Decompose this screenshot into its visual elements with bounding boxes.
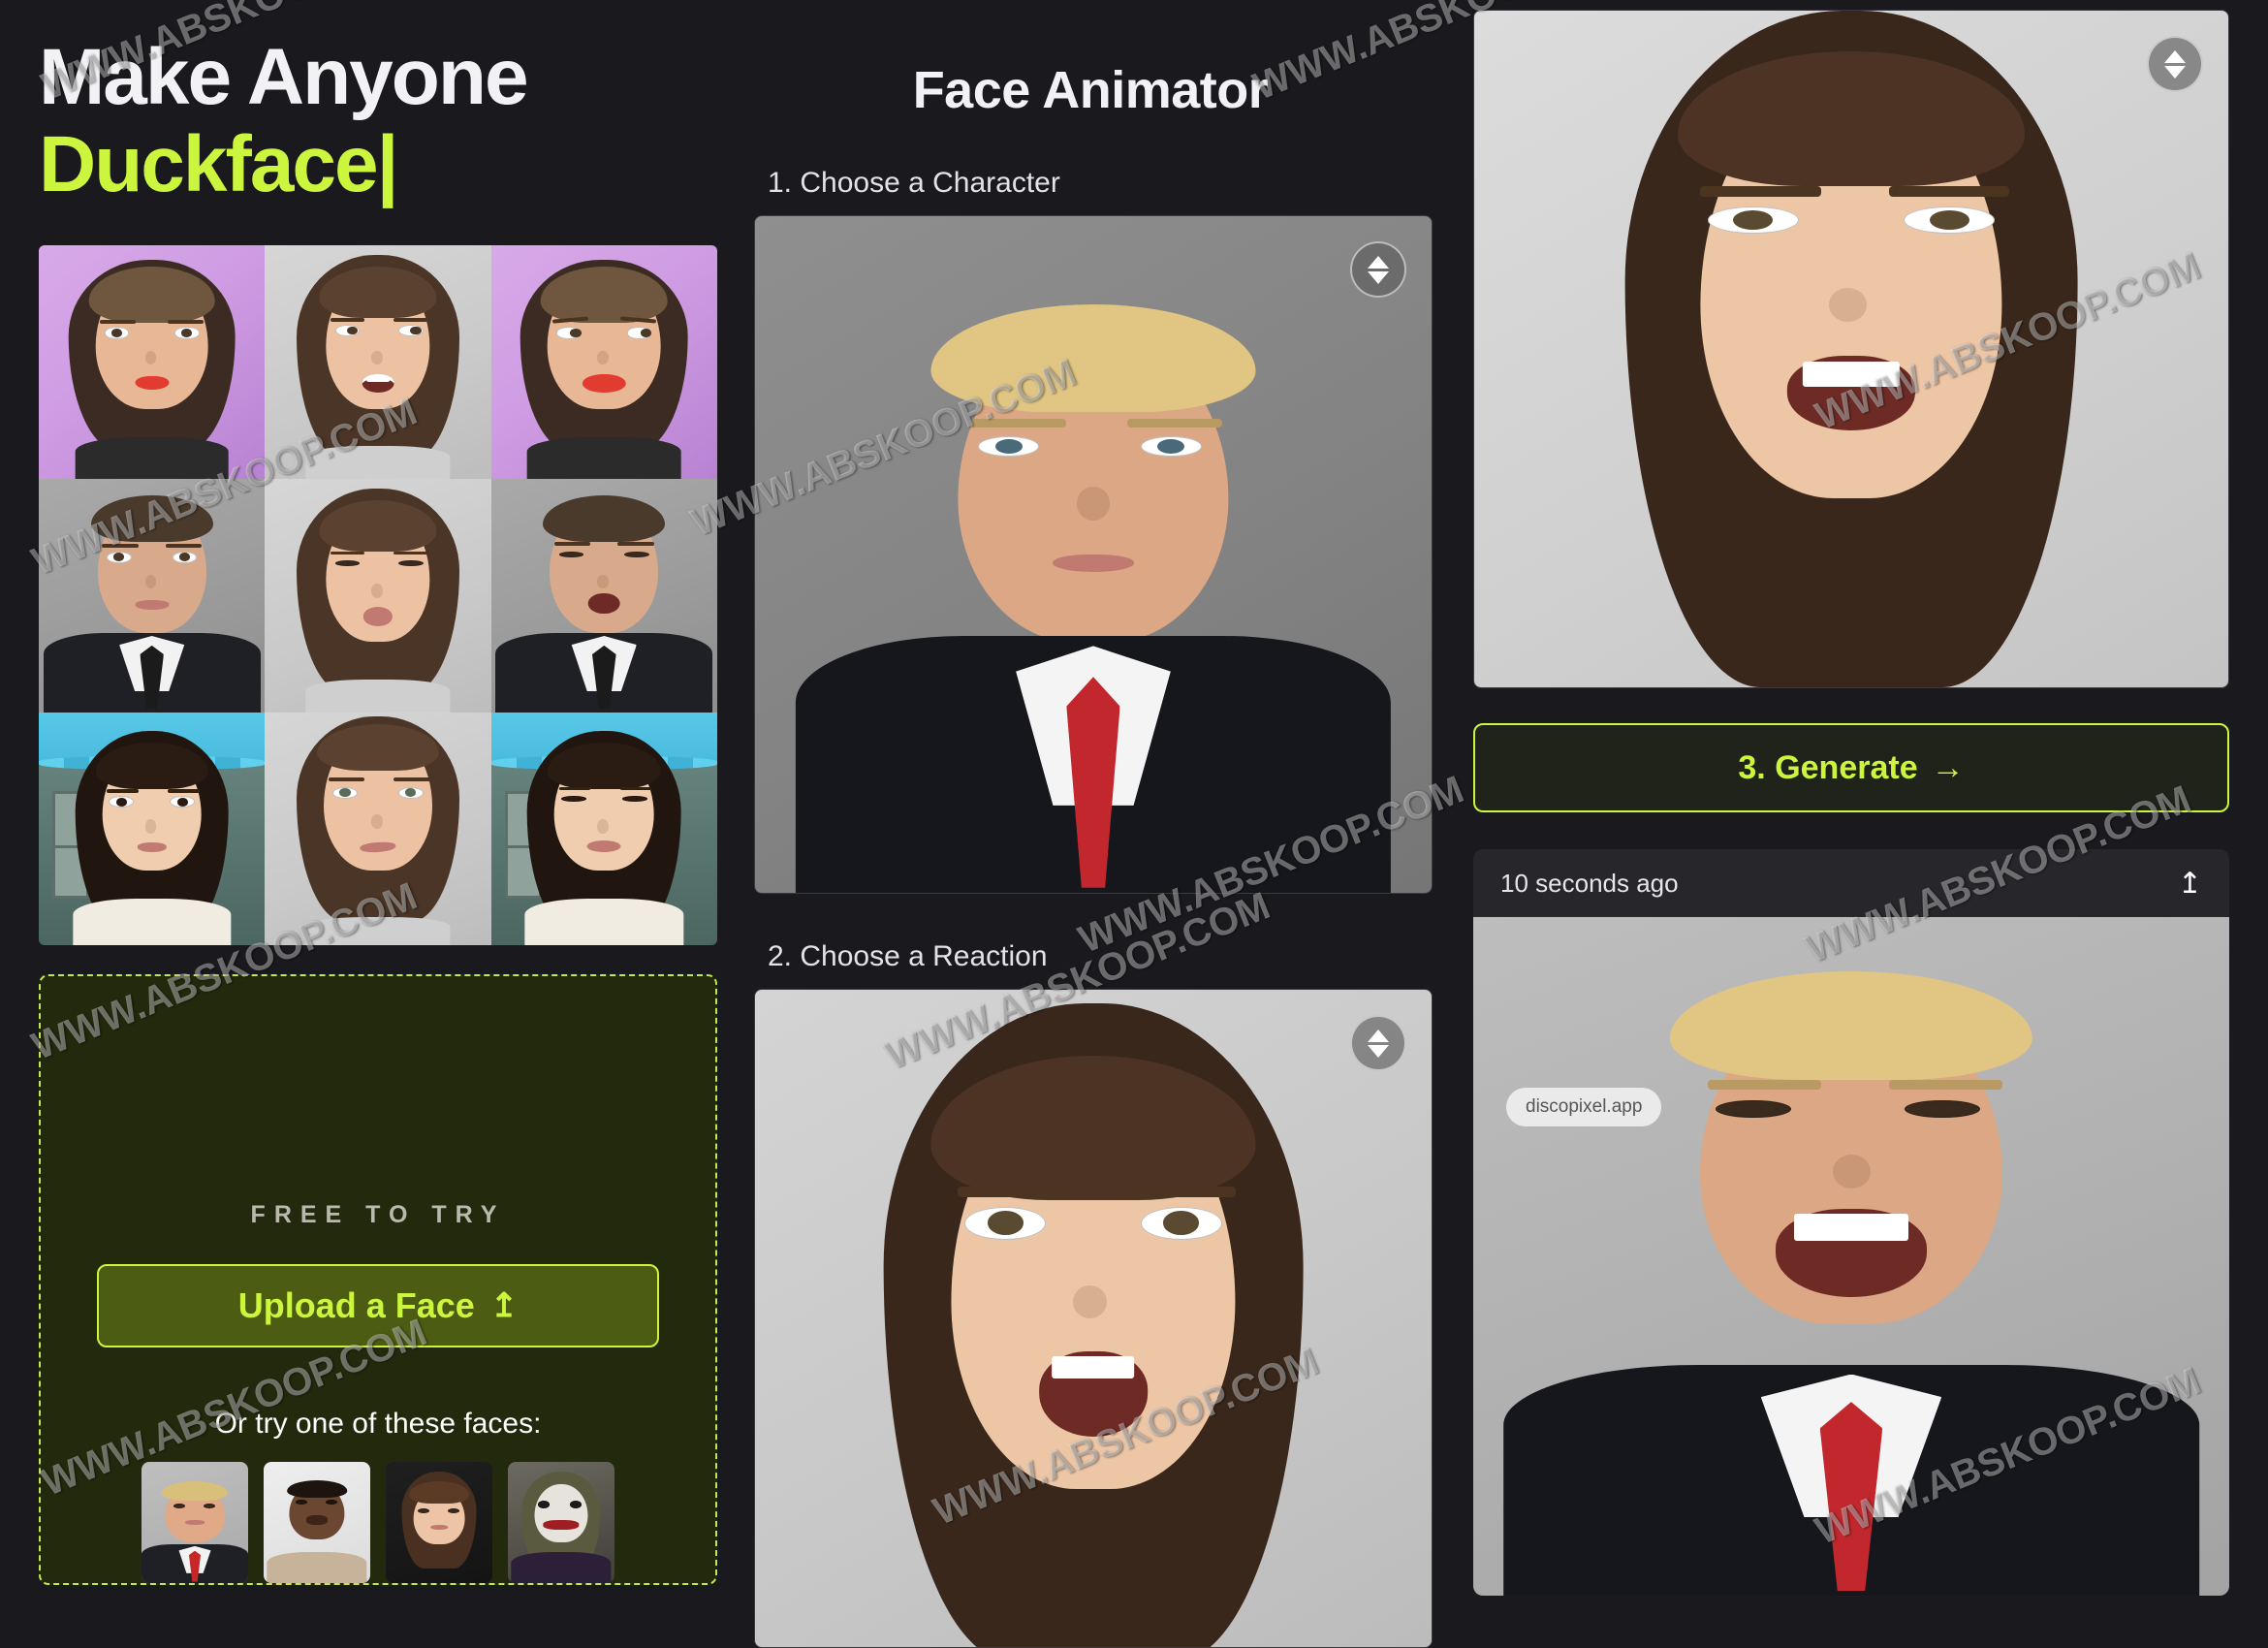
demo-grid <box>39 245 717 946</box>
upload-icon: ↥ <box>489 1287 519 1325</box>
chevron-up-icon <box>2164 49 2186 63</box>
hero-line-1: Make Anyone <box>39 33 529 121</box>
elon-neutral-face <box>39 479 265 713</box>
reaction-preview-card[interactable] <box>754 989 1433 1648</box>
center-column: Face Animator 1. Choose a Character 2. C… <box>737 0 1454 1648</box>
upload-button-label: Upload a Face <box>237 1285 475 1326</box>
source-reaction-2-face <box>265 479 490 713</box>
chevron-down-icon <box>2164 65 2186 79</box>
preset-face-trump[interactable] <box>142 1462 248 1584</box>
free-to-try-badge: FREE TO TRY <box>250 1201 506 1229</box>
character-preview-card[interactable] <box>754 215 1433 894</box>
asian-duckface-face <box>491 713 717 946</box>
result-card-header: 10 seconds ago ↥ <box>1473 849 2229 917</box>
millie-duckface-face <box>491 245 717 479</box>
preset-face-emma[interactable] <box>386 1462 492 1584</box>
source-reaction-3-face <box>265 713 490 946</box>
elon-duckface-face <box>491 479 717 713</box>
character-face <box>755 216 1432 893</box>
demo-cell <box>265 478 491 713</box>
result-face <box>1473 917 2229 1596</box>
left-column: Make Anyone Duckface| FREE TO TRY Upload… <box>0 0 737 1648</box>
demo-cell <box>490 478 717 713</box>
result-timestamp: 10 seconds ago <box>1500 868 1679 898</box>
demo-cell <box>39 712 266 946</box>
demo-cell <box>265 712 491 946</box>
generate-button[interactable]: 3. Generate → <box>1473 723 2229 812</box>
result-media[interactable]: discopixel.app <box>1473 917 2229 1596</box>
demo-cell <box>265 245 491 479</box>
result-preview-selector-button[interactable] <box>2147 36 2203 92</box>
chevron-down-icon <box>1368 1044 1389 1058</box>
face-animator-title: Face Animator <box>912 61 1269 119</box>
hero-line-2: Duckface| <box>39 119 399 208</box>
arrow-right-icon: → <box>1931 748 1965 786</box>
step-1-label: 1. Choose a Character <box>768 167 1060 199</box>
app-root: Make Anyone Duckface| FREE TO TRY Upload… <box>0 0 2268 1648</box>
demo-cell <box>490 712 717 946</box>
result-preview-face <box>1474 11 2228 687</box>
source-reaction-1-face <box>265 245 490 479</box>
step-2-label: 2. Choose a Reaction <box>768 940 1048 972</box>
try-faces-label: Or try one of these faces: <box>214 1408 542 1441</box>
result-watermark: discopixel.app <box>1506 1088 1662 1126</box>
result-card: 10 seconds ago ↥ discopixel.app <box>1473 849 2229 1596</box>
character-selector-button[interactable] <box>1350 241 1406 298</box>
reaction-face <box>755 990 1432 1647</box>
right-column: 3. Generate → 10 seconds ago ↥ discopixe… <box>1454 0 2268 1648</box>
upload-a-face-button[interactable]: Upload a Face ↥ <box>97 1264 659 1348</box>
millie-neutral-face <box>39 245 265 479</box>
reaction-selector-button[interactable] <box>1350 1015 1406 1071</box>
upload-dropzone[interactable]: FREE TO TRY Upload a Face ↥ Or try one o… <box>39 974 717 1586</box>
demo-cell <box>490 245 717 479</box>
preset-face-list <box>142 1462 614 1584</box>
demo-cell <box>39 478 266 713</box>
result-preview-card[interactable] <box>1473 10 2229 688</box>
share-upload-icon[interactable]: ↥ <box>2178 867 2202 901</box>
page-title: Make Anyone Duckface| <box>39 37 698 205</box>
generate-button-label: 3. Generate <box>1738 748 1918 786</box>
preset-face-joker[interactable] <box>508 1462 614 1584</box>
preset-face-kanye[interactable] <box>264 1462 370 1584</box>
asian-neutral-face <box>39 713 265 946</box>
chevron-down-icon <box>1368 270 1389 284</box>
chevron-up-icon <box>1368 255 1389 269</box>
demo-cell <box>39 245 266 479</box>
chevron-up-icon <box>1368 1029 1389 1042</box>
